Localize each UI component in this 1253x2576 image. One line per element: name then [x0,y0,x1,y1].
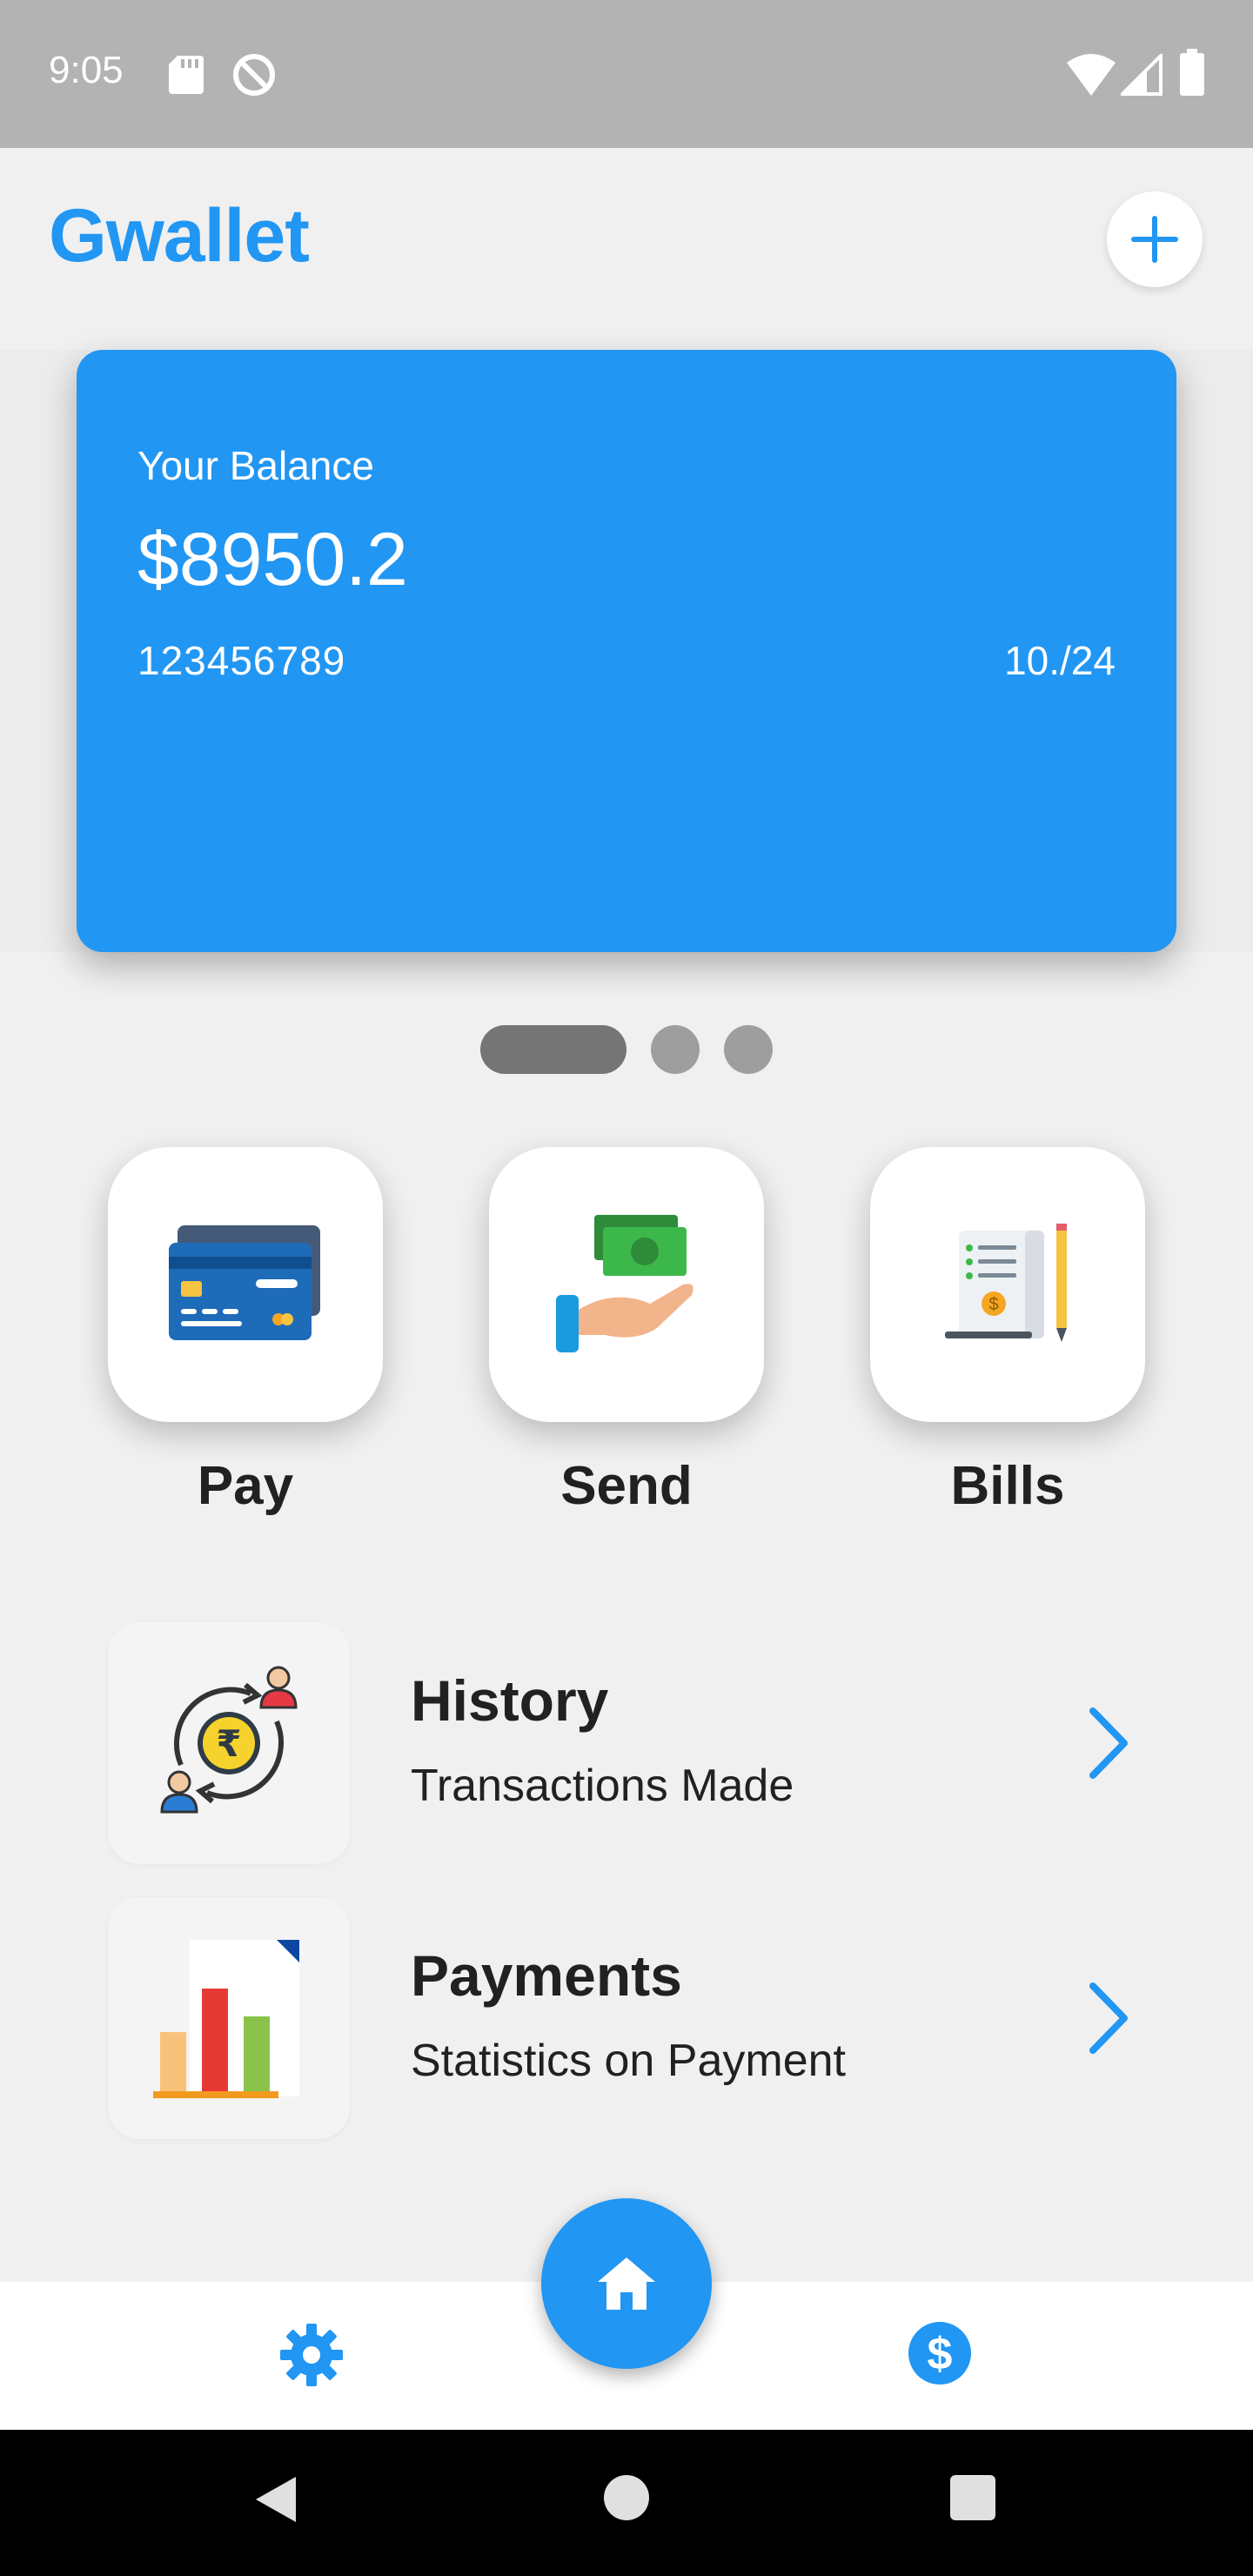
history-subtitle: Transactions Made [411,1761,794,1811]
system-home-icon[interactable] [604,2475,649,2520]
svg-text:$: $ [988,1295,998,1314]
add-button[interactable] [1107,191,1203,287]
home-icon [598,2257,655,2310]
status-time: 9:05 [49,49,124,91]
signal-icon [1121,54,1163,96]
page-dot[interactable] [651,1025,700,1074]
payments-thumb [108,1897,350,2139]
page-indicator [0,1025,1253,1074]
system-nav-bar [0,2430,1253,2576]
payments-row[interactable]: Payments Statistics on Payment [108,1897,1169,2139]
credit-card-icon [169,1225,320,1340]
wifi-icon [1067,54,1116,96]
back-icon[interactable] [252,2473,299,2526]
recents-icon[interactable] [950,2475,995,2520]
rupee-exchange-icon: ₹ [160,1666,298,1814]
money-hand-icon [556,1215,694,1352]
card-expiry: 10./24 [1004,638,1116,683]
history-thumb: ₹ [108,1622,350,1864]
balance-amount: $8950.2 [137,518,408,601]
page-dot[interactable] [724,1025,773,1074]
bills-label: Bills [950,1456,1065,1516]
page-dot-active[interactable] [480,1025,626,1074]
pay-button[interactable] [108,1147,383,1422]
chevron-right-icon[interactable] [1082,1704,1135,1782]
app-bar: Gwallet [0,148,1253,350]
bill-receipt-icon: $ [945,1224,1067,1342]
sd-card-icon [169,56,204,94]
home-button[interactable] [541,2198,712,2369]
history-row[interactable]: ₹ History Transactions Made [108,1622,1169,1864]
history-title: History [411,1668,609,1733]
payments-subtitle: Statistics on Payment [411,2036,846,2086]
svg-text:₹: ₹ [216,1722,241,1765]
app-title: Gwallet [49,194,310,278]
bar-chart-document-icon [153,1940,299,2098]
bills-button[interactable]: $ [870,1147,1145,1422]
card-carousel[interactable]: Your Balance $8950.2 123456789 10./24 [0,350,1253,952]
chevron-right-icon[interactable] [1082,1979,1135,2057]
send-button[interactable] [489,1147,764,1422]
settings-gear-icon[interactable] [278,2322,345,2388]
svg-text:$: $ [928,2329,953,2379]
status-bar: 9:05 [0,0,1253,148]
dollar-circle-icon[interactable]: $ [907,2320,973,2386]
bills-action[interactable]: $ Bills [870,1147,1145,1517]
payments-title: Payments [411,1943,682,2008]
balance-label: Your Balance [137,443,374,488]
plus-icon [1131,216,1178,263]
send-label: Send [560,1456,693,1516]
send-action[interactable]: Send [489,1147,764,1517]
battery-icon [1180,49,1204,96]
pay-action[interactable]: Pay [108,1147,383,1517]
sync-icon [233,54,275,96]
balance-card[interactable]: Your Balance $8950.2 123456789 10./24 [77,350,1176,952]
pay-label: Pay [197,1456,294,1516]
card-number: 123456789 [137,638,346,683]
